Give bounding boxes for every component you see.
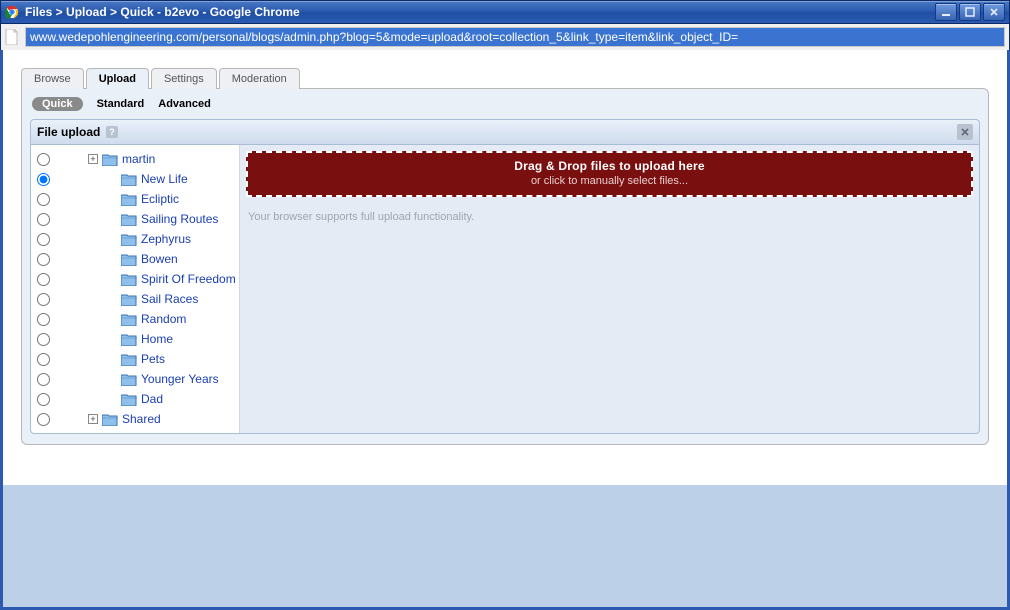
tree-radio[interactable] (37, 413, 50, 426)
panel-header: File upload ? (31, 120, 979, 145)
tree-radio[interactable] (37, 253, 50, 266)
tree-row: Spirit Of Freedom (33, 269, 237, 289)
tree-item-label[interactable]: Spirit Of Freedom (141, 272, 236, 286)
tree-row: Random (33, 309, 237, 329)
panel-close-button[interactable] (957, 124, 973, 140)
tree-row: Bowen (33, 249, 237, 269)
tree-row: + martin (33, 149, 237, 169)
folder-icon (121, 353, 137, 366)
tab-settings[interactable]: Settings (151, 68, 217, 89)
window-titlebar: Files > Upload > Quick - b2evo - Google … (0, 0, 1010, 24)
folder-icon (121, 333, 137, 346)
tree-item-label[interactable]: Home (141, 332, 173, 346)
tree-row: Sailing Routes (33, 209, 237, 229)
tree-radio[interactable] (37, 193, 50, 206)
tree-item-label[interactable]: martin (122, 152, 155, 166)
folder-icon (121, 213, 137, 226)
page-content: Browse Upload Settings Moderation Quick … (3, 50, 1007, 485)
tree-radio[interactable] (37, 153, 50, 166)
subtab-standard[interactable]: Standard (97, 98, 145, 110)
address-bar (0, 24, 1010, 50)
sub-tabs: Quick Standard Advanced (32, 97, 980, 111)
tree-radio[interactable] (37, 373, 50, 386)
tree-row: Younger Years (33, 369, 237, 389)
tree-radio[interactable] (37, 173, 50, 186)
folder-icon (102, 153, 118, 166)
dropzone-subtitle: or click to manually select files... (252, 175, 967, 187)
tree-row: Ecliptic (33, 189, 237, 209)
tree-radio[interactable] (37, 393, 50, 406)
folder-icon (121, 273, 137, 286)
dropzone[interactable]: Drag & Drop files to upload here or clic… (246, 151, 973, 197)
folder-icon (121, 173, 137, 186)
main-tabs: Browse Upload Settings Moderation (21, 68, 989, 89)
address-input[interactable] (25, 27, 1005, 47)
tree-row: + Shared (33, 409, 237, 429)
tab-browse[interactable]: Browse (21, 68, 84, 89)
dropzone-title: Drag & Drop files to upload here (252, 159, 967, 173)
tree-radio[interactable] (37, 273, 50, 286)
tree-item-label[interactable]: Random (141, 312, 186, 326)
folder-icon (121, 293, 137, 306)
tree-row: Zephyrus (33, 229, 237, 249)
tree-item-label[interactable]: Ecliptic (141, 192, 179, 206)
tree-radio[interactable] (37, 213, 50, 226)
expand-icon[interactable]: + (88, 154, 98, 164)
tree-item-label[interactable]: New Life (141, 172, 188, 186)
folder-tree: + martin New Life Ecliptic Sailing Routes Zep… (31, 145, 240, 433)
tab-moderation[interactable]: Moderation (219, 68, 300, 89)
tree-item-label[interactable]: Sailing Routes (141, 212, 218, 226)
tree-radio[interactable] (37, 233, 50, 246)
folder-icon (121, 373, 137, 386)
subtab-advanced[interactable]: Advanced (158, 98, 211, 110)
tree-row: Dad (33, 389, 237, 409)
window-close-button[interactable] (983, 3, 1005, 21)
tree-row: New Life (33, 169, 237, 189)
window-minimize-button[interactable] (935, 3, 957, 21)
upload-panel-wrap: Quick Standard Advanced File upload ? (21, 88, 989, 445)
folder-icon (121, 233, 137, 246)
tree-radio[interactable] (37, 353, 50, 366)
tree-row: Sail Races (33, 289, 237, 309)
file-upload-panel: File upload ? + martin New Life Ecliptic Sai… (30, 119, 980, 434)
folder-icon (121, 193, 137, 206)
chrome-icon (5, 5, 19, 19)
upload-support-note: Your browser supports full upload functi… (248, 211, 973, 223)
folder-icon (121, 313, 137, 326)
folder-icon (102, 413, 118, 426)
help-icon[interactable]: ? (106, 126, 118, 138)
tree-item-label[interactable]: Bowen (141, 252, 178, 266)
tree-radio[interactable] (37, 313, 50, 326)
expand-icon[interactable]: + (88, 414, 98, 424)
window-title: Files > Upload > Quick - b2evo - Google … (25, 5, 300, 19)
tab-upload[interactable]: Upload (86, 68, 149, 89)
tree-row: Home (33, 329, 237, 349)
svg-text:?: ? (110, 127, 116, 137)
tree-row: Pets (33, 349, 237, 369)
tree-item-label[interactable]: Dad (141, 392, 163, 406)
tree-item-label[interactable]: Zephyrus (141, 232, 191, 246)
tree-item-label[interactable]: Pets (141, 352, 165, 366)
tree-radio[interactable] (37, 333, 50, 346)
page-icon (5, 29, 19, 45)
client-area: Browse Upload Settings Moderation Quick … (0, 50, 1010, 610)
window-maximize-button[interactable] (959, 3, 981, 21)
folder-icon (121, 253, 137, 266)
panel-title: File upload (37, 125, 100, 139)
tree-item-label[interactable]: Younger Years (141, 372, 219, 386)
subtab-quick[interactable]: Quick (32, 97, 83, 111)
tree-radio[interactable] (37, 293, 50, 306)
tree-item-label[interactable]: Shared (122, 412, 161, 426)
folder-icon (121, 393, 137, 406)
tree-item-label[interactable]: Sail Races (141, 292, 198, 306)
upload-area: Drag & Drop files to upload here or clic… (240, 145, 979, 433)
